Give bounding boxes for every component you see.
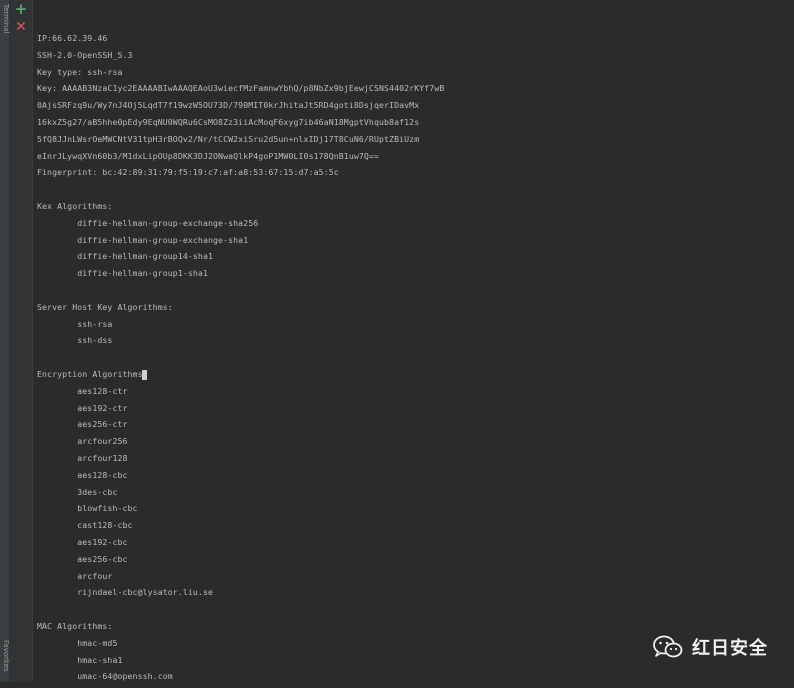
console-line: cast128-cbc — [37, 520, 133, 531]
console-line: 0AjsSRFzq9u/Wy7nJ4Oj5LqdT7f19wzW5OU73D/7… — [37, 100, 420, 111]
console-line: aes192-cbc — [37, 537, 128, 547]
console-line: diffie-hellman-group-exchange-sha256 — [37, 217, 259, 228]
text-cursor — [141, 369, 147, 380]
watermark-text: 红日安全 — [692, 638, 768, 659]
console-line: 3des-cbc — [37, 486, 118, 497]
console-line: arcfour128 — [37, 453, 128, 463]
console-line: arcfour — [37, 570, 113, 581]
console-line: aes128-cbc — [37, 469, 128, 480]
console-line: diffie-hellman-group-exchange-sha1 — [37, 234, 249, 245]
console-line: aes256-ctr — [37, 419, 128, 430]
console-line: ssh-dss — [37, 335, 113, 346]
console-line: blowfish-cbc — [37, 503, 138, 514]
console-line: diffie-hellman-group14-sha1 — [37, 251, 214, 262]
terminal-tool-tab[interactable]: Terminal — [0, 4, 10, 34]
tool-window-strip: Terminal Favorites — [0, 0, 10, 682]
console-line: ssh-rsa — [37, 318, 113, 329]
terminal-toolbar: + ✕ — [10, 0, 33, 682]
console-line: hmac-sha1 — [37, 654, 123, 665]
close-session-button[interactable]: ✕ — [14, 19, 28, 35]
console-line: IP:66.62.39.46 — [37, 33, 108, 43]
console-line: Encryption Algorithms — [37, 369, 147, 386]
console-line: Key: AAAAB3NzaC1yc2EAAAABIwAAAQEAoU3wiec… — [37, 83, 445, 94]
console-line: aes128-ctr — [37, 385, 128, 396]
terminal-output[interactable]: IP:66.62.39.46 SSH-2.0-OpenSSH_5.3 Key typ… — [33, 0, 794, 682]
console-line: Fingerprint: bc:42:89:31:79:f5:19:c7:af:… — [37, 167, 339, 178]
wechat-icon — [653, 635, 683, 658]
console-line: MAC Algorithms: — [37, 621, 113, 631]
console-line: umac-64@openssh.com — [37, 671, 173, 682]
console-line: aes192-ctr — [37, 402, 128, 413]
console-line: Server Host Key Algorithms: — [37, 301, 173, 312]
favorites-tool-tab[interactable]: Favorites — [0, 640, 10, 672]
console-line: 16kxZ5g27/aB5hhe0pEdy9EqNU0WQRu6CsMO8Zz3… — [37, 117, 420, 127]
console-line: hmac-md5 — [37, 637, 118, 648]
console-line: rijndael-cbc@lysator.liu.se — [37, 587, 214, 598]
console-line: Kex Algorithms: — [37, 201, 113, 211]
console-line: eInrJLywqXVn60b3/M1dxLipOUp8DKK3DJ2ONwaQ… — [37, 150, 379, 161]
console-line: aes256-cbc — [37, 553, 128, 564]
console-line: Key type: ssh-rsa — [37, 66, 123, 77]
new-session-button[interactable]: + — [14, 0, 28, 18]
console-line: SSH-2.0-OpenSSH_5.3 — [37, 49, 133, 60]
watermark: 红日安全 — [652, 632, 768, 662]
console-line: diffie-hellman-group1-sha1 — [37, 268, 208, 279]
console-line: arcfour256 — [37, 436, 128, 447]
console-line: 5fQ8JJnLWsrOeMWCNtV31tpH3rBOQv2/Nr/tCCW2… — [37, 133, 420, 144]
